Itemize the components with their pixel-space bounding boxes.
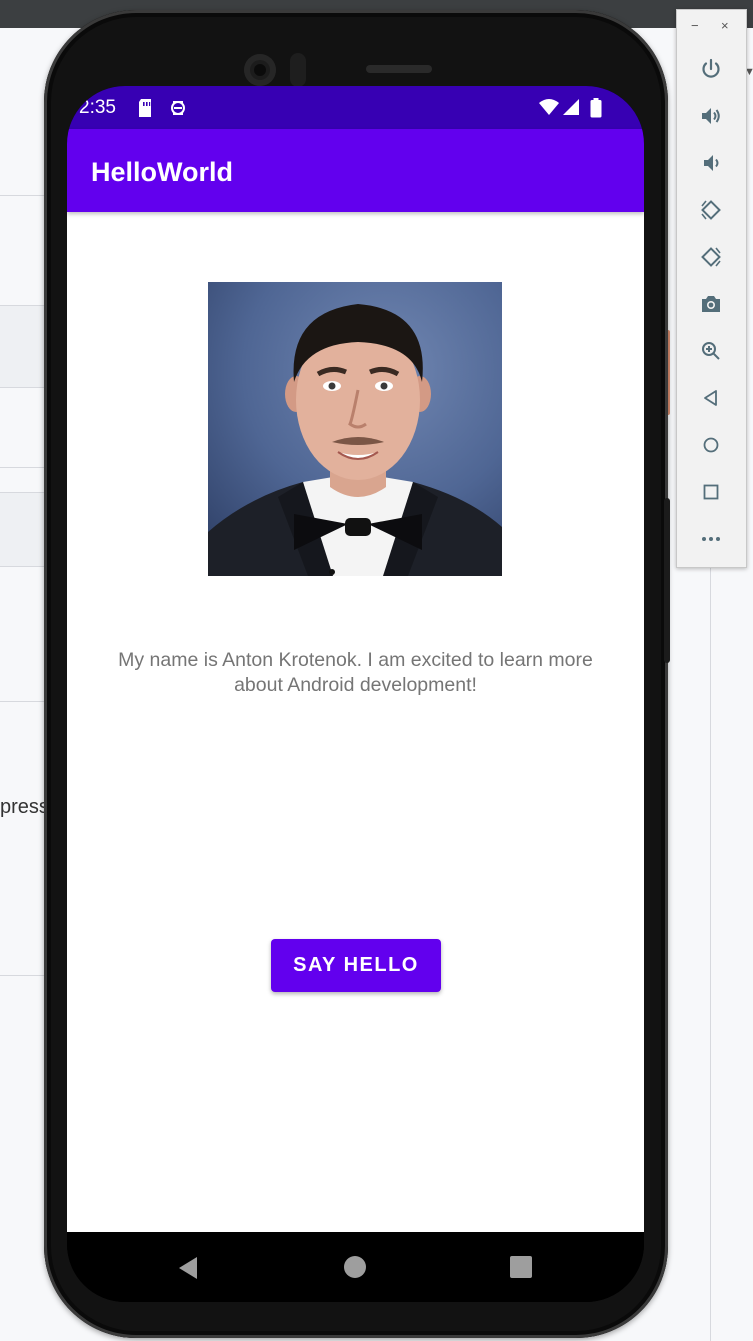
- more-icon[interactable]: [699, 527, 723, 551]
- volume-rocker[interactable]: [664, 498, 670, 663]
- power-icon[interactable]: [699, 57, 723, 81]
- say-hello-button[interactable]: SAY HELLO: [271, 939, 441, 992]
- nav-overview-icon[interactable]: [510, 1256, 532, 1278]
- data-saver-icon: [171, 101, 185, 115]
- volume-up-icon[interactable]: [699, 104, 723, 128]
- camera-icon[interactable]: [699, 292, 723, 316]
- ide-text-fragment: press: [0, 796, 49, 818]
- portrait-illustration: [208, 282, 502, 576]
- app-title: HelloWorld: [91, 157, 234, 187]
- minimize-button[interactable]: −: [691, 18, 699, 33]
- nav-back-icon[interactable]: [177, 1256, 199, 1280]
- status-time: 2:35: [79, 97, 116, 118]
- wifi-icon: [539, 99, 559, 115]
- battery-icon: [590, 98, 602, 118]
- cellular-signal-icon: [563, 99, 579, 115]
- profile-photo: [208, 282, 502, 576]
- sd-card-icon: [139, 99, 151, 117]
- status-bar: 2:35: [67, 86, 644, 129]
- earpiece-speaker: [366, 65, 432, 73]
- back-icon[interactable]: [699, 386, 723, 410]
- emulator-toolbar: − ×: [676, 9, 747, 568]
- close-button[interactable]: ×: [721, 18, 729, 33]
- volume-down-icon[interactable]: [699, 151, 723, 175]
- overview-icon[interactable]: [699, 480, 723, 504]
- phone-screen: 2:35 HelloWorld My name is Anton Kroteno…: [67, 86, 644, 1302]
- navigation-bar: [67, 1232, 644, 1302]
- bio-text: My name is Anton Krotenok. I am excited …: [118, 649, 593, 696]
- home-icon[interactable]: [699, 433, 723, 457]
- nav-home-icon[interactable]: [344, 1256, 366, 1278]
- rotate-right-icon[interactable]: [699, 245, 723, 269]
- proximity-sensor: [290, 53, 306, 87]
- front-camera: [244, 54, 276, 86]
- zoom-icon[interactable]: [699, 339, 723, 363]
- app-bar: HelloWorld: [67, 129, 644, 212]
- main-content: My name is Anton Krotenok. I am excited …: [67, 212, 644, 1232]
- rotate-left-icon[interactable]: [699, 198, 723, 222]
